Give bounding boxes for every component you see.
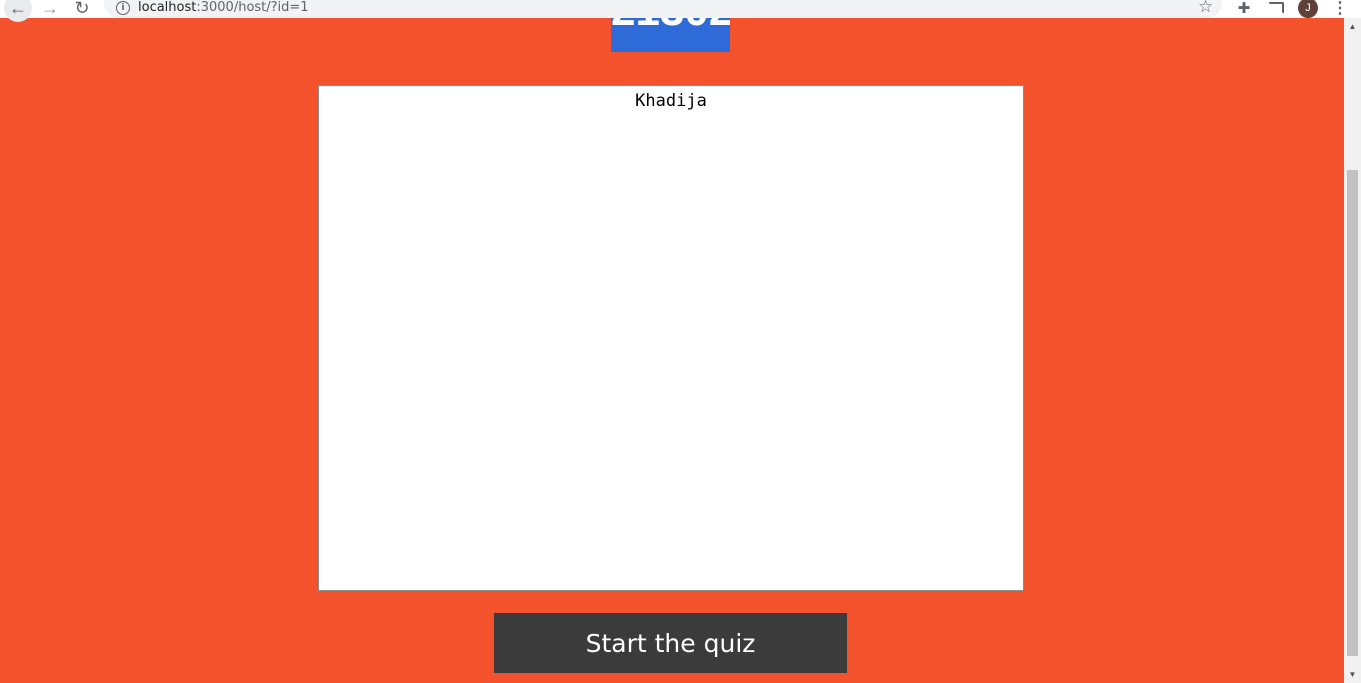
reload-icon: ↻ xyxy=(74,0,90,18)
player-name: Khadija xyxy=(635,91,707,111)
start-quiz-button[interactable]: Start the quiz xyxy=(494,613,847,673)
kebab-menu-icon[interactable]: ⋮ xyxy=(1332,0,1348,18)
back-button[interactable]: ← xyxy=(4,0,32,22)
scroll-down-arrow-icon[interactable]: ▼ xyxy=(1344,666,1361,683)
url-path: :3000/host/?id=1 xyxy=(196,0,309,15)
puzzle-icon[interactable]: ✚ xyxy=(1234,0,1254,18)
players-list: Khadija xyxy=(318,85,1024,591)
star-icon[interactable]: ☆ xyxy=(1198,0,1213,17)
address-bar[interactable]: i localhost:3000/host/?id=1 ☆ xyxy=(104,0,1222,18)
profile-avatar[interactable]: J xyxy=(1298,0,1318,18)
scrollbar-thumb[interactable] xyxy=(1347,170,1358,656)
cast-icon[interactable] xyxy=(1266,0,1286,18)
reload-button[interactable]: ↻ xyxy=(68,0,96,22)
vertical-scrollbar[interactable]: ▲ ▼ xyxy=(1344,18,1361,683)
arrow-right-icon: → xyxy=(41,0,59,18)
info-icon[interactable]: i xyxy=(116,1,130,15)
arrow-left-icon: ← xyxy=(9,0,27,18)
scroll-up-arrow-icon[interactable]: ▲ xyxy=(1344,18,1361,35)
forward-button[interactable]: → xyxy=(36,0,64,22)
url-host: localhost xyxy=(138,0,197,15)
url-text[interactable]: localhost:3000/host/?id=1 xyxy=(138,0,309,15)
browser-toolbar: ← → ↻ i localhost:3000/host/?id=1 ☆ ✚ J … xyxy=(0,0,1361,22)
